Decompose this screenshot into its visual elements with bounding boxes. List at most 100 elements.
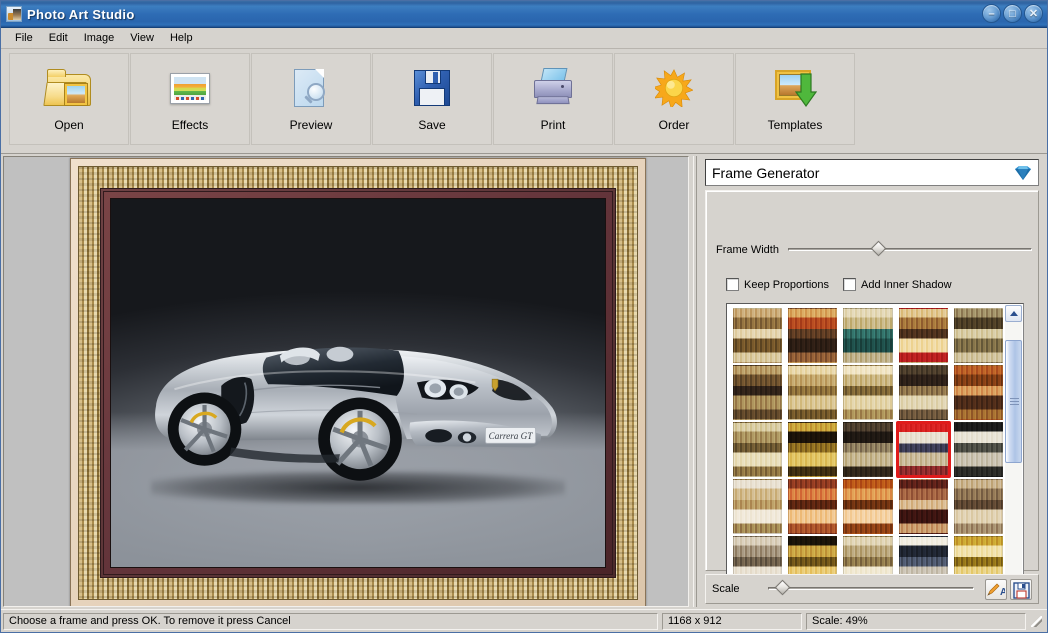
close-icon: ✕	[1028, 8, 1039, 20]
frame-thumbnail[interactable]	[730, 421, 785, 478]
frame-thumbnail-image	[953, 422, 1003, 477]
scroll-up-button[interactable]	[1005, 305, 1022, 322]
templates-button[interactable]: Templates	[735, 53, 855, 145]
frame-thumbnail[interactable]	[730, 307, 785, 364]
frame-width-slider[interactable]	[788, 240, 1032, 259]
frame-list-scrollbar[interactable]	[1005, 305, 1022, 591]
effects-button-label: Effects	[171, 118, 209, 132]
preview-button-label: Preview	[289, 118, 333, 132]
add-inner-shadow-label: Add Inner Shadow	[861, 278, 952, 291]
framed-photo[interactable]: Carrera GT	[70, 158, 646, 606]
frame-thumbnail-image	[843, 365, 893, 420]
title-bar: Photo Art Studio – □ ✕	[1, 1, 1047, 28]
print-printer-icon	[529, 64, 577, 112]
frame-generator-panel: Frame Width Keep Proportions Add Inner S…	[705, 190, 1039, 593]
resize-grip[interactable]	[1028, 613, 1044, 629]
frame-thumbnail[interactable]	[951, 364, 1006, 421]
frame-thumbnail[interactable]	[840, 307, 895, 364]
frame-thumbnail[interactable]	[840, 478, 895, 535]
frame-thumbnail[interactable]	[785, 364, 840, 421]
tool-panel: Frame Generator Frame Width Keep Proport…	[699, 156, 1045, 607]
frame-thumbnail-selected[interactable]	[895, 421, 951, 478]
frame-thumbnail[interactable]	[785, 421, 840, 478]
frame-thumbnail[interactable]	[840, 421, 895, 478]
minimize-button[interactable]: –	[982, 4, 1001, 23]
frame-thumbnail[interactable]	[785, 307, 840, 364]
frame-thumbnail-image	[895, 421, 951, 478]
maximize-button[interactable]: □	[1003, 4, 1022, 23]
scale-bar: Scale A	[705, 574, 1039, 604]
open-folder-icon	[43, 64, 93, 112]
minimize-icon: –	[988, 7, 995, 20]
porsche-car-illustration: Carrera GT	[141, 306, 576, 497]
frame-thumbnail-image	[733, 365, 783, 420]
save-frame-button[interactable]	[1010, 578, 1032, 600]
frame-thumbnail-list[interactable]	[726, 303, 1024, 593]
frame-options-row: Keep Proportions Add Inner Shadow	[726, 278, 966, 291]
keep-proportions-label: Keep Proportions	[744, 278, 829, 291]
frame-width-thumb[interactable]	[870, 240, 887, 257]
panel-mode-label: Frame Generator	[712, 164, 820, 181]
rename-frame-button[interactable]: A	[985, 578, 1007, 600]
frame-thumbnail-image	[898, 365, 948, 420]
status-bar: Choose a frame and press OK. To remove i…	[1, 609, 1047, 632]
frame-thumbnail-image	[953, 479, 1003, 534]
menu-item-edit[interactable]: Edit	[41, 30, 76, 46]
print-button[interactable]: Print	[493, 53, 613, 145]
chevron-up-icon	[1009, 311, 1018, 316]
frame-thumbnail[interactable]	[785, 478, 840, 535]
main-toolbar: Open Effects Preview Save Print Order Te…	[1, 49, 1047, 154]
frame-thumbnail[interactable]	[840, 364, 895, 421]
frame-thumbnail[interactable]	[951, 307, 1006, 364]
frame-thumbnail[interactable]	[730, 478, 785, 535]
frame-thumbnail[interactable]	[896, 307, 951, 364]
image-canvas-pane[interactable]: Carrera GT	[3, 156, 689, 607]
frame-thumbnail-image	[788, 365, 838, 420]
menu-bar: File Edit Image View Help	[1, 28, 1047, 49]
preview-magnifier-icon	[287, 64, 335, 112]
panel-mode-combobox[interactable]: Frame Generator	[705, 159, 1039, 186]
menu-item-file[interactable]: File	[7, 30, 41, 46]
status-scale: Scale: 49%	[806, 612, 1026, 630]
frame-thumbnail[interactable]	[951, 478, 1006, 535]
keep-proportions-checkbox[interactable]	[726, 278, 739, 291]
templates-button-label: Templates	[767, 118, 823, 132]
add-inner-shadow-option[interactable]: Add Inner Shadow	[843, 278, 952, 291]
frame-thumbnail-image	[843, 479, 893, 534]
scale-thumb[interactable]	[775, 579, 791, 596]
effects-button[interactable]: Effects	[130, 53, 250, 145]
keep-proportions-option[interactable]: Keep Proportions	[726, 278, 829, 291]
frame-thumbnail[interactable]	[896, 364, 951, 421]
frame-width-label: Frame Width	[716, 244, 779, 256]
add-inner-shadow-checkbox[interactable]	[843, 278, 856, 291]
close-button[interactable]: ✕	[1024, 4, 1043, 23]
order-button[interactable]: Order	[614, 53, 734, 145]
menu-item-image[interactable]: Image	[76, 30, 123, 46]
frame-thumbnail[interactable]	[951, 421, 1006, 478]
status-message: Choose a frame and press OK. To remove i…	[3, 612, 658, 630]
open-button[interactable]: Open	[9, 53, 129, 145]
frame-width-slider-row: Frame Width	[716, 240, 1032, 259]
preview-button[interactable]: Preview	[251, 53, 371, 145]
frame-thumbnail-image	[898, 479, 948, 534]
frame-thumbnail-image	[788, 479, 838, 534]
frame-thumbnail[interactable]	[730, 364, 785, 421]
menu-item-help[interactable]: Help	[162, 30, 201, 46]
frame-thumbnail-image	[953, 308, 1003, 363]
application-window: Photo Art Studio – □ ✕ File Edit Image V…	[0, 0, 1048, 633]
svg-text:Carrera GT: Carrera GT	[488, 431, 533, 441]
save-floppy-icon	[408, 64, 456, 112]
frame-thumbnail-image	[788, 422, 838, 477]
save-button[interactable]: Save	[372, 53, 492, 145]
photo-content: Carrera GT	[110, 198, 606, 568]
app-photo-icon	[6, 6, 22, 22]
frame-thumbnail-image	[953, 365, 1003, 420]
menu-item-view[interactable]: View	[122, 30, 162, 46]
scrollbar-thumb[interactable]	[1005, 340, 1022, 464]
frame-thumbnail[interactable]	[896, 478, 951, 535]
pane-splitter[interactable]	[691, 156, 698, 607]
frame-width-track	[788, 248, 1032, 251]
scale-slider[interactable]	[768, 579, 974, 598]
scale-track	[768, 587, 974, 590]
print-button-label: Print	[540, 118, 566, 132]
